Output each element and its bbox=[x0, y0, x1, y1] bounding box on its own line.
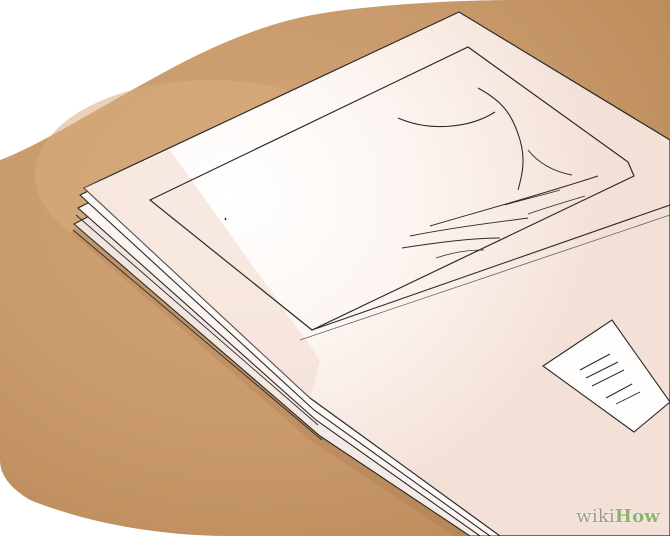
watermark-suffix: How bbox=[614, 506, 660, 527]
illustration-stage: wikiHow bbox=[0, 0, 670, 536]
wikihow-watermark: wikiHow bbox=[576, 508, 660, 526]
magazine-illustration bbox=[0, 0, 670, 536]
cover-sketch-mark bbox=[224, 217, 227, 221]
watermark-prefix: wiki bbox=[576, 506, 615, 527]
